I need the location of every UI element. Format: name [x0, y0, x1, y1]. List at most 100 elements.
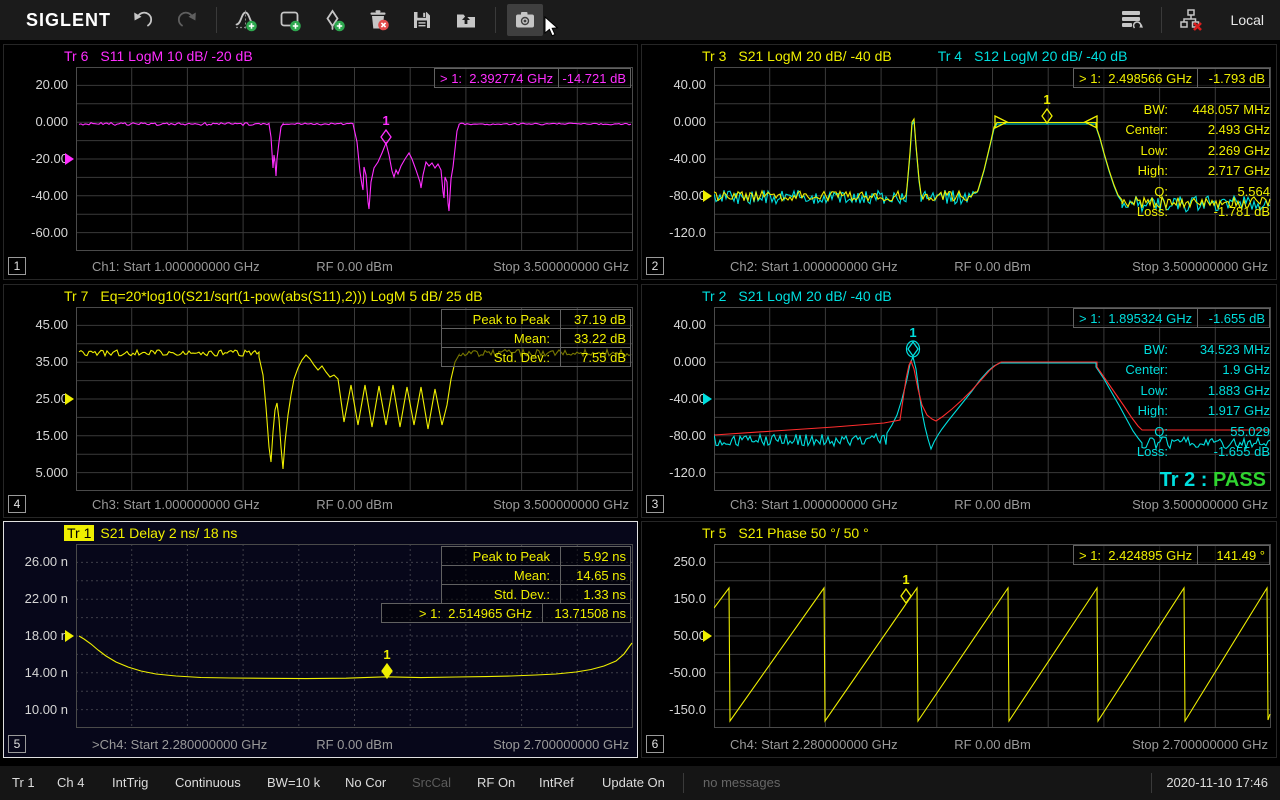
y-axis-label: -60.00	[6, 225, 68, 240]
plot-area[interactable]: 1	[76, 67, 633, 251]
reference-level-icon	[65, 393, 74, 405]
trace-title-label: S21 LogM 20 dB/ -40 dB	[738, 48, 891, 64]
plot-area[interactable]: 1	[714, 307, 1271, 491]
system-status-icon[interactable]	[1114, 4, 1150, 36]
stat-label: Peak to Peak	[442, 549, 560, 564]
window-number-badge[interactable]: 4	[8, 495, 26, 513]
status-item-inttrig[interactable]: IntTrig	[112, 766, 148, 800]
status-bar: no messages 2020-11-10 17:46 Tr 1Ch 4Int…	[0, 766, 1280, 800]
info-value: 448.057 MHz	[1178, 102, 1270, 117]
trace-title-label: S21 LogM 20 dB/ -40 dB	[738, 288, 891, 304]
marker-number-label: 1	[902, 572, 909, 587]
marker-value: 141.49 °	[1197, 546, 1269, 564]
trace-window-2[interactable]: Tr 3S21 LogM 20 dB/ -40 dBTr 4S12 LogM 2…	[641, 44, 1277, 280]
trace-curve	[79, 636, 632, 679]
status-item-intref[interactable]: IntRef	[539, 766, 574, 800]
window-number-badge[interactable]: 3	[646, 495, 664, 513]
reference-level-icon	[65, 630, 74, 642]
redo-icon[interactable]	[169, 4, 205, 36]
plot-area[interactable]: 1	[714, 544, 1271, 728]
save-icon[interactable]	[404, 4, 440, 36]
marker-frequency: > 1: 2.392774 GHz	[435, 71, 558, 86]
brand-logo: SIGLENT	[26, 10, 111, 31]
channel-stop-label: Stop 3.500000000 GHz	[1132, 259, 1268, 274]
status-item-tr-1[interactable]: Tr 1	[12, 766, 35, 800]
status-item-rf-on[interactable]: RF On	[477, 766, 515, 800]
marker-frequency: > 1: 2.498566 GHz	[1074, 71, 1197, 86]
y-axis-label: -80.00	[644, 188, 706, 203]
info-label: Low:	[1141, 383, 1168, 398]
marker-frequency: > 1: 1.895324 GHz	[1074, 311, 1197, 326]
info-label: High:	[1138, 403, 1168, 418]
y-axis-label: 250.0	[644, 554, 706, 569]
info-label: High:	[1138, 163, 1168, 178]
y-axis-label: 14.00 n	[6, 665, 68, 680]
info-label: Center:	[1125, 122, 1168, 137]
network-error-icon[interactable]	[1173, 4, 1209, 36]
toolbar-separator	[1161, 7, 1162, 33]
status-separator	[683, 773, 684, 793]
statistics-row: Peak to Peak5.92 ns	[441, 546, 631, 566]
trace-title-label: Tr 3	[702, 48, 726, 64]
trace-window-3[interactable]: Tr 2S21 LogM 20 dB/ -40 dB40.000.000-40.…	[641, 284, 1277, 518]
window-number-badge[interactable]: 5	[8, 735, 26, 753]
bandwidth-info-row: Loss:-1.655 dB	[1020, 444, 1270, 459]
local-mode-label[interactable]: Local	[1231, 12, 1264, 28]
info-value: 5.564	[1178, 184, 1270, 199]
info-value: 34.523 MHz	[1178, 342, 1270, 357]
marker-number-label: 1	[382, 113, 389, 128]
info-value: 1.9 GHz	[1178, 362, 1270, 377]
add-marker-icon[interactable]	[316, 4, 352, 36]
status-item-update-on[interactable]: Update On	[602, 766, 665, 800]
stat-value: 14.65 ns	[560, 566, 630, 584]
delete-icon[interactable]	[360, 4, 396, 36]
stat-label: Std. Dev.:	[442, 350, 560, 365]
stat-value: 37.19 dB	[560, 310, 630, 328]
trace-title-row: Tr 6S11 LogM 10 dB/ -20 dB	[64, 48, 265, 64]
bandwidth-info-row: Q:55.029	[1020, 424, 1270, 439]
undo-icon[interactable]	[125, 4, 161, 36]
limit-test-trace-label: Tr 2 :	[1160, 469, 1213, 491]
y-axis-label: 35.00	[6, 354, 68, 369]
bandwidth-info-row: Low:2.269 GHz	[1020, 143, 1270, 158]
limit-test-pass-label: PASS	[1213, 469, 1266, 491]
stat-value: 1.33 ns	[560, 585, 630, 603]
trace-window-4[interactable]: Tr 7Eq=20*log10(S21/sqrt(1-pow(abs(S11),…	[3, 284, 638, 518]
y-axis-label: 0.000	[6, 114, 68, 129]
window-number-badge[interactable]: 2	[646, 257, 664, 275]
y-axis-label: 150.0	[644, 591, 706, 606]
screenshot-icon[interactable]	[507, 4, 543, 36]
add-window-icon[interactable]	[272, 4, 308, 36]
status-item-srccal[interactable]: SrcCal	[412, 766, 451, 800]
window-number-badge[interactable]: 1	[8, 257, 26, 275]
marker-value: -1.655 dB	[1197, 309, 1269, 327]
y-axis-label: -120.0	[644, 465, 706, 480]
recall-icon[interactable]	[448, 4, 484, 36]
y-axis-label: -40.00	[6, 188, 68, 203]
info-label: Low:	[1141, 143, 1168, 158]
marker-readout: > 1: 2.392774 GHz-14.721 dB	[434, 68, 631, 88]
add-trace-icon[interactable]	[228, 4, 264, 36]
info-value: 1.883 GHz	[1178, 383, 1270, 398]
status-item-bw-10-k[interactable]: BW=10 k	[267, 766, 320, 800]
status-item-no-cor[interactable]: No Cor	[345, 766, 386, 800]
channel-stop-label: Stop 3.500000000 GHz	[493, 497, 629, 512]
trace-window-1[interactable]: Tr 6S11 LogM 10 dB/ -20 dB20.000.000-20.…	[3, 44, 638, 280]
trace-title-label: S12 LogM 20 dB/ -40 dB	[974, 48, 1127, 64]
plot-area[interactable]: 1	[714, 67, 1271, 251]
bandwidth-info-row: High:1.917 GHz	[1020, 403, 1270, 418]
status-item-ch-4[interactable]: Ch 4	[57, 766, 84, 800]
trace-title-label: Tr 1	[64, 525, 94, 541]
trace-window-5[interactable]: Tr 1S21 Delay 2 ns/ 18 ns26.00 n22.00 n1…	[3, 521, 638, 758]
marker-readout: > 1: 2.498566 GHz-1.793 dB	[1073, 68, 1270, 88]
statistics-row: Mean:14.65 ns	[441, 565, 631, 585]
marker-value: -14.721 dB	[558, 69, 630, 87]
trace-title-label: Tr 7	[64, 288, 88, 304]
trace-window-6[interactable]: Tr 5S21 Phase 50 °/ 50 °250.0150.050.00-…	[641, 521, 1277, 758]
statistics-row: Mean:33.22 dB	[441, 328, 631, 348]
info-label: Loss:	[1137, 444, 1168, 459]
y-axis-label: 18.00 n	[6, 628, 68, 643]
window-number-badge[interactable]: 6	[646, 735, 664, 753]
status-item-continuous[interactable]: Continuous	[175, 766, 241, 800]
status-separator	[1151, 773, 1152, 793]
